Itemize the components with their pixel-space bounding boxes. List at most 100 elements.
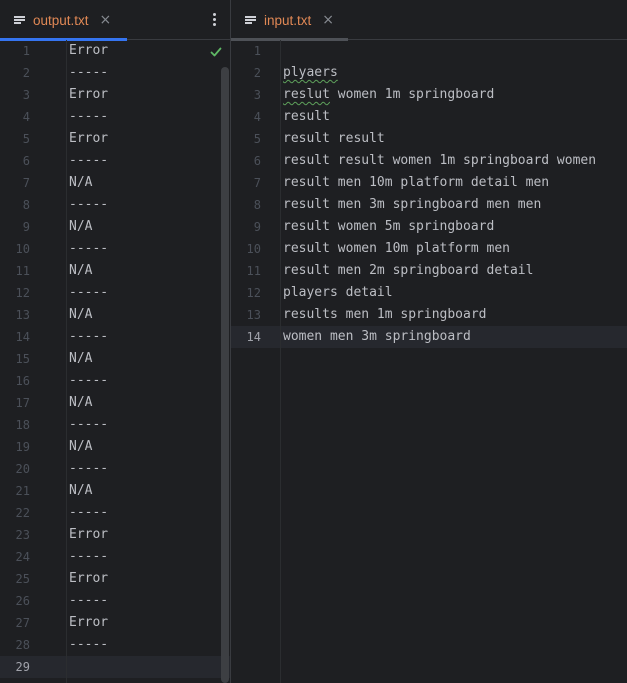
code-line[interactable]: 2 -----	[0, 62, 230, 84]
line-text: -----	[69, 285, 109, 300]
tab-output-txt[interactable]: output.txt ×	[0, 0, 128, 41]
line-number: 15	[15, 352, 30, 366]
line-text: -----	[69, 505, 109, 520]
code-line[interactable]: 11 result men 2m springboard detail	[231, 260, 627, 282]
line-number: 13	[15, 308, 30, 322]
line-number: 3	[22, 88, 30, 102]
line-number: 26	[15, 594, 30, 608]
line-text: N/A	[69, 351, 93, 366]
code-line[interactable]: 6 -----	[0, 150, 230, 172]
line-number: 24	[15, 550, 30, 564]
line-text: -----	[69, 593, 109, 608]
code-line[interactable]: 1 Error	[0, 40, 230, 62]
check-icon	[210, 47, 222, 57]
line-number: 4	[253, 110, 261, 124]
code-line[interactable]: 3 Error	[0, 84, 230, 106]
code-line[interactable]: 20 -----	[0, 458, 230, 480]
code-line[interactable]: 13 N/A	[0, 304, 230, 326]
close-icon[interactable]: ×	[100, 13, 112, 27]
spelling-warning: plyaers	[283, 65, 338, 80]
line-number: 1	[253, 44, 261, 58]
code-line[interactable]: 25 Error	[0, 568, 230, 590]
line-text: Error	[69, 615, 109, 630]
code-line[interactable]: 8 result men 3m springboard men men	[231, 194, 627, 216]
line-text: result men 2m springboard detail	[283, 263, 534, 278]
code-line[interactable]: 7 result men 10m platform detail men	[231, 172, 627, 194]
code-line[interactable]: 7 N/A	[0, 172, 230, 194]
line-text: Error	[69, 87, 109, 102]
line-number: 25	[15, 572, 30, 586]
line-text: -----	[69, 637, 109, 652]
line-number: 3	[253, 88, 261, 102]
line-number: 8	[253, 198, 261, 212]
code-line[interactable]: 19 N/A	[0, 436, 230, 458]
line-number: 1	[22, 44, 30, 58]
code-line[interactable]: 14 women men 3m springboard	[231, 326, 627, 348]
code-line[interactable]: 16 -----	[0, 370, 230, 392]
code-line[interactable]: 27 Error	[0, 612, 230, 634]
code-line[interactable]: 9 N/A	[0, 216, 230, 238]
tab-label: input.txt	[264, 12, 312, 28]
code-line[interactable]: 12 -----	[0, 282, 230, 304]
line-number: 4	[22, 110, 30, 124]
line-text: result men 3m springboard men men	[283, 197, 542, 212]
line-number: 2	[253, 66, 261, 80]
output-editor[interactable]: 1 Error 2 ----- 3 Error 4 ----- 5 Error 6 ----- 7 N/A…	[0, 40, 230, 683]
line-number: 5	[22, 132, 30, 146]
code-line[interactable]: 9 result women 5m springboard	[231, 216, 627, 238]
line-number: 17	[15, 396, 30, 410]
code-line[interactable]: 10 -----	[0, 238, 230, 260]
code-line[interactable]: 10 result women 10m platform men	[231, 238, 627, 260]
code-line[interactable]: 21 N/A	[0, 480, 230, 502]
code-line[interactable]: 24 -----	[0, 546, 230, 568]
code-line[interactable]: 26 -----	[0, 590, 230, 612]
line-text: result result	[283, 131, 385, 146]
code-line[interactable]: 14 -----	[0, 326, 230, 348]
code-line[interactable]: 18 -----	[0, 414, 230, 436]
line-number: 11	[246, 264, 261, 278]
code-line[interactable]: 17 N/A	[0, 392, 230, 414]
line-text: N/A	[69, 483, 93, 498]
line-number: 9	[253, 220, 261, 234]
file-lines-icon	[14, 15, 26, 25]
line-number: 5	[253, 132, 261, 146]
code-line[interactable]: 2 plyaers	[231, 62, 627, 84]
code-line[interactable]: 11 N/A	[0, 260, 230, 282]
code-line[interactable]: 29	[0, 656, 230, 678]
line-text: -----	[69, 417, 109, 432]
code-line[interactable]: 15 N/A	[0, 348, 230, 370]
output-tabbar: output.txt ×	[0, 0, 230, 41]
code-line[interactable]: 12 players detail	[231, 282, 627, 304]
code-line[interactable]: 4 -----	[0, 106, 230, 128]
line-text: -----	[69, 329, 109, 344]
tab-input-txt[interactable]: input.txt ×	[231, 0, 349, 41]
more-vertical-icon[interactable]	[212, 13, 218, 27]
input-editor[interactable]: 1 2 plyaers 3 reslut women 1m springboard 4 re…	[231, 40, 627, 683]
line-number: 12	[15, 286, 30, 300]
line-number: 2	[22, 66, 30, 80]
code-line[interactable]: 5 result result	[231, 128, 627, 150]
close-icon[interactable]: ×	[322, 13, 334, 27]
code-line[interactable]: 3 reslut women 1m springboard	[231, 84, 627, 106]
input-tabbar: input.txt ×	[231, 0, 627, 41]
line-number: 6	[22, 154, 30, 168]
code-line[interactable]: 22 -----	[0, 502, 230, 524]
code-line[interactable]: 5 Error	[0, 128, 230, 150]
spelling-warning: reslut	[283, 87, 330, 102]
vertical-scrollbar[interactable]	[221, 67, 229, 683]
code-line[interactable]: 6 result result women 1m springboard wome…	[231, 150, 627, 172]
line-text: players detail	[283, 285, 393, 300]
code-line[interactable]: 23 Error	[0, 524, 230, 546]
code-line[interactable]: 1	[231, 40, 627, 62]
code-line[interactable]: 13 results men 1m springboard	[231, 304, 627, 326]
line-text: -----	[69, 197, 109, 212]
code-line[interactable]: 28 -----	[0, 634, 230, 656]
line-number: 21	[15, 484, 30, 498]
line-text: Error	[69, 527, 109, 542]
file-lines-icon	[245, 15, 257, 25]
code-line[interactable]: 8 -----	[0, 194, 230, 216]
line-number: 9	[22, 220, 30, 234]
line-text: N/A	[69, 307, 93, 322]
code-line[interactable]: 4 result	[231, 106, 627, 128]
line-text: N/A	[69, 439, 93, 454]
